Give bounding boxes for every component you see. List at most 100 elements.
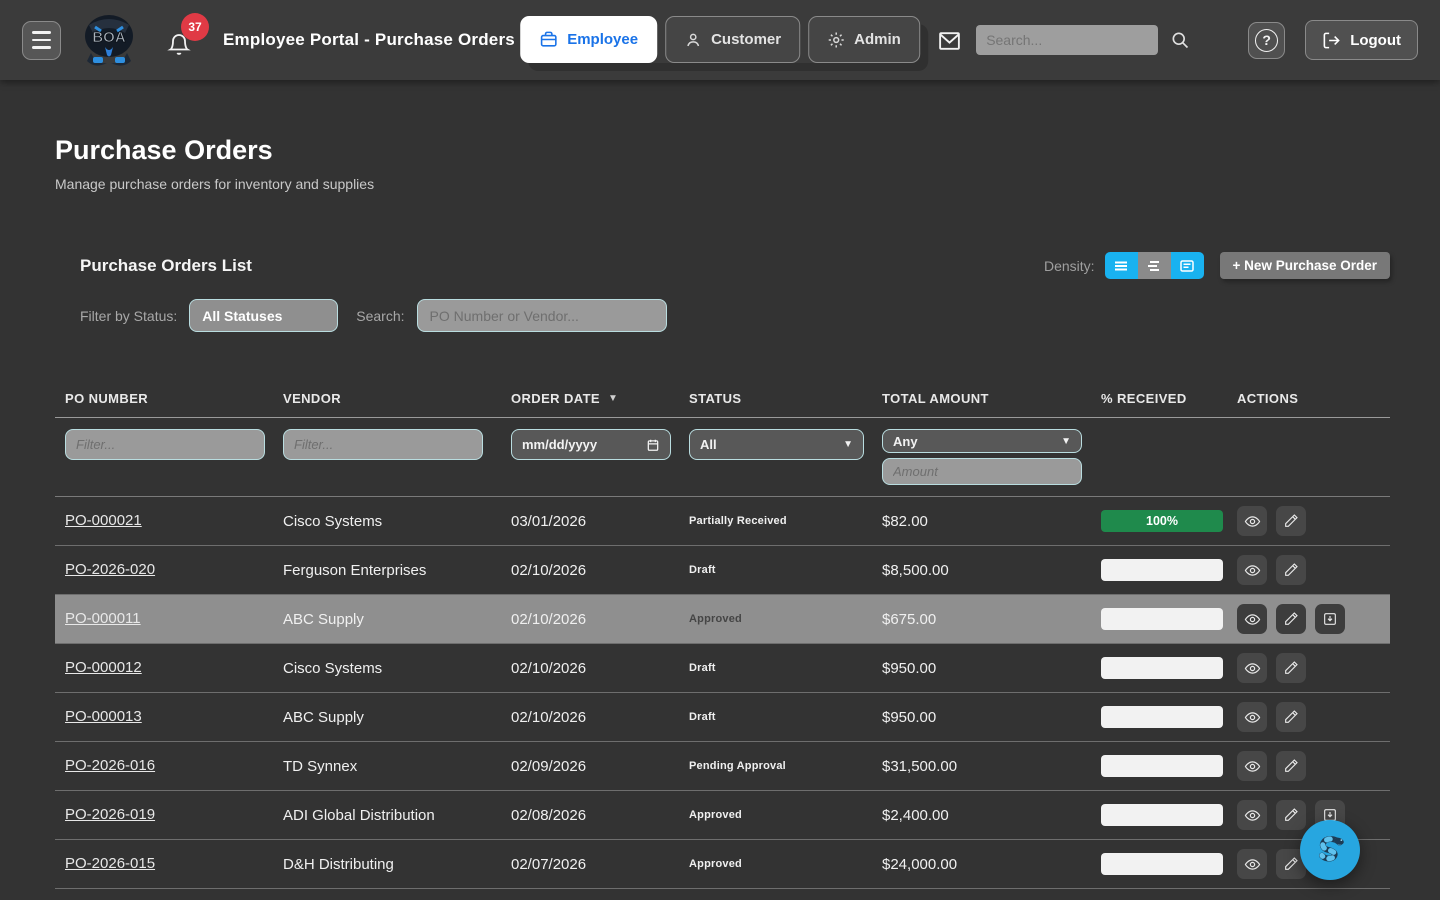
table-row[interactable]: PO-000011ABC Supply02/10/2026Approved$67…: [55, 595, 1390, 644]
status-filter-select[interactable]: All Statuses: [189, 299, 338, 332]
received-progress-bar: [1101, 657, 1223, 679]
search-icon[interactable]: [1170, 30, 1190, 50]
app-window: BOA 37 Employee Portal - Purchase Orders: [0, 0, 1440, 900]
po-number-link[interactable]: PO-2026-016: [65, 757, 155, 774]
total-amount-cell: $31,500.00: [882, 758, 1101, 775]
order-date-cell: 02/10/2026: [511, 562, 689, 579]
table-row[interactable]: PO-2026-020Ferguson Enterprises02/10/202…: [55, 546, 1390, 595]
column-header-vendor[interactable]: VENDOR: [283, 391, 511, 406]
density-card-button[interactable]: [1171, 252, 1204, 279]
po-number-link[interactable]: PO-000013: [65, 708, 142, 725]
edit-button[interactable]: [1276, 653, 1306, 683]
boa-logo: BOA: [81, 11, 137, 69]
help-button[interactable]: ?: [1248, 22, 1285, 59]
notifications-bell[interactable]: 37: [167, 23, 197, 57]
notification-count-badge: 37: [181, 13, 209, 41]
status-label: Approved: [689, 613, 882, 625]
po-number-link[interactable]: PO-000021: [65, 512, 142, 529]
view-button[interactable]: [1237, 604, 1267, 634]
view-button[interactable]: [1237, 555, 1267, 585]
status-label: Approved: [689, 809, 882, 821]
view-button[interactable]: [1237, 849, 1267, 879]
received-progress-bar: [1101, 755, 1223, 777]
chevron-down-icon: ▼: [843, 439, 853, 450]
mail-icon[interactable]: [937, 28, 962, 53]
column-header-total-amount[interactable]: TOTAL AMOUNT: [882, 391, 1101, 406]
density-toggle-group: [1105, 252, 1204, 279]
po-number-filter-input[interactable]: [65, 429, 265, 460]
logout-icon: [1322, 31, 1341, 50]
order-date-filter-input[interactable]: mm/dd/yyyy: [511, 429, 671, 460]
portal-tabs: Employee Customer Admin: [520, 16, 920, 63]
column-header-order-date[interactable]: ORDER DATE ▼: [511, 391, 689, 406]
received-progress-bar: [1101, 853, 1223, 875]
vendor-cell: Cisco Systems: [283, 513, 511, 530]
edit-button[interactable]: [1276, 555, 1306, 585]
po-number-link[interactable]: PO-2026-020: [65, 561, 155, 578]
column-header-received[interactable]: % RECEIVED: [1101, 391, 1237, 406]
question-icon: ?: [1255, 29, 1278, 52]
tab-admin[interactable]: Admin: [808, 16, 920, 63]
view-button[interactable]: [1237, 653, 1267, 683]
vendor-cell: ADI Global Distribution: [283, 807, 511, 824]
table-row[interactable]: PO-000013ABC Supply02/10/2026Draft$950.0…: [55, 693, 1390, 742]
view-button[interactable]: [1237, 751, 1267, 781]
vendor-filter-input[interactable]: [283, 429, 483, 460]
view-button[interactable]: [1237, 702, 1267, 732]
po-number-link[interactable]: PO-2026-015: [65, 855, 155, 872]
amount-filter-input[interactable]: [882, 458, 1082, 485]
tab-label: Customer: [711, 31, 781, 48]
tab-employee[interactable]: Employee: [520, 16, 657, 63]
briefcase-icon: [539, 30, 558, 49]
column-header-status[interactable]: STATUS: [689, 391, 882, 406]
table-row[interactable]: PO-2026-015D&H Distributing02/07/2026App…: [55, 840, 1390, 889]
received-progress-bar: [1101, 559, 1223, 581]
status-label: Draft: [689, 564, 882, 576]
vendor-cell: Cisco Systems: [283, 660, 511, 677]
edit-button[interactable]: [1276, 702, 1306, 732]
calendar-icon[interactable]: [646, 438, 660, 452]
density-label: Density:: [1044, 258, 1095, 274]
snake-icon: [1308, 828, 1352, 872]
receive-button[interactable]: [1315, 604, 1345, 634]
boa-assistant-fab[interactable]: [1300, 820, 1360, 880]
view-button[interactable]: [1237, 506, 1267, 536]
new-purchase-order-button[interactable]: + New Purchase Order: [1220, 252, 1390, 279]
column-header-po[interactable]: PO NUMBER: [65, 391, 283, 406]
person-icon: [684, 31, 702, 49]
table-row[interactable]: PO-2026-016TD Synnex02/09/2026Pending Ap…: [55, 742, 1390, 791]
edit-button[interactable]: [1276, 751, 1306, 781]
row-actions: [1237, 702, 1390, 732]
header-search-input[interactable]: [976, 25, 1158, 55]
received-progress-bar: [1101, 804, 1223, 826]
sort-desc-icon: ▼: [608, 393, 618, 404]
tab-customer[interactable]: Customer: [665, 16, 800, 63]
hamburger-menu-button[interactable]: [22, 21, 61, 60]
amount-operator-select[interactable]: Any ▼: [882, 429, 1082, 453]
status-column-filter-select[interactable]: All ▼: [689, 429, 864, 460]
table-row[interactable]: PO-000021Cisco Systems03/01/2026Partiall…: [55, 497, 1390, 546]
purchase-orders-table: PO NUMBER VENDOR ORDER DATE ▼ STATUS TOT…: [55, 380, 1390, 889]
column-header-actions: ACTIONS: [1237, 391, 1390, 406]
page-title: Purchase Orders: [55, 135, 1440, 166]
logout-button[interactable]: Logout: [1305, 20, 1418, 60]
view-button[interactable]: [1237, 800, 1267, 830]
edit-button[interactable]: [1276, 604, 1306, 634]
status-filter-selected: All: [700, 437, 717, 452]
density-compact-button[interactable]: [1105, 252, 1138, 279]
edit-button[interactable]: [1276, 506, 1306, 536]
table-row[interactable]: PO-000012Cisco Systems02/10/2026Draft$95…: [55, 644, 1390, 693]
amount-operator-selected: Any: [893, 434, 918, 449]
total-amount-cell: $24,000.00: [882, 856, 1101, 873]
po-number-link[interactable]: PO-000011: [65, 610, 141, 627]
po-number-link[interactable]: PO-2026-019: [65, 806, 155, 823]
total-amount-cell: $8,500.00: [882, 562, 1101, 579]
edit-button[interactable]: [1276, 800, 1306, 830]
po-vendor-search-input[interactable]: [417, 299, 667, 332]
row-actions: [1237, 506, 1390, 536]
table-header-row: PO NUMBER VENDOR ORDER DATE ▼ STATUS TOT…: [55, 380, 1390, 418]
po-number-link[interactable]: PO-000012: [65, 659, 142, 676]
header: BOA 37 Employee Portal - Purchase Orders: [0, 0, 1440, 80]
table-row[interactable]: PO-2026-019ADI Global Distribution02/08/…: [55, 791, 1390, 840]
density-comfortable-button[interactable]: [1138, 252, 1171, 279]
